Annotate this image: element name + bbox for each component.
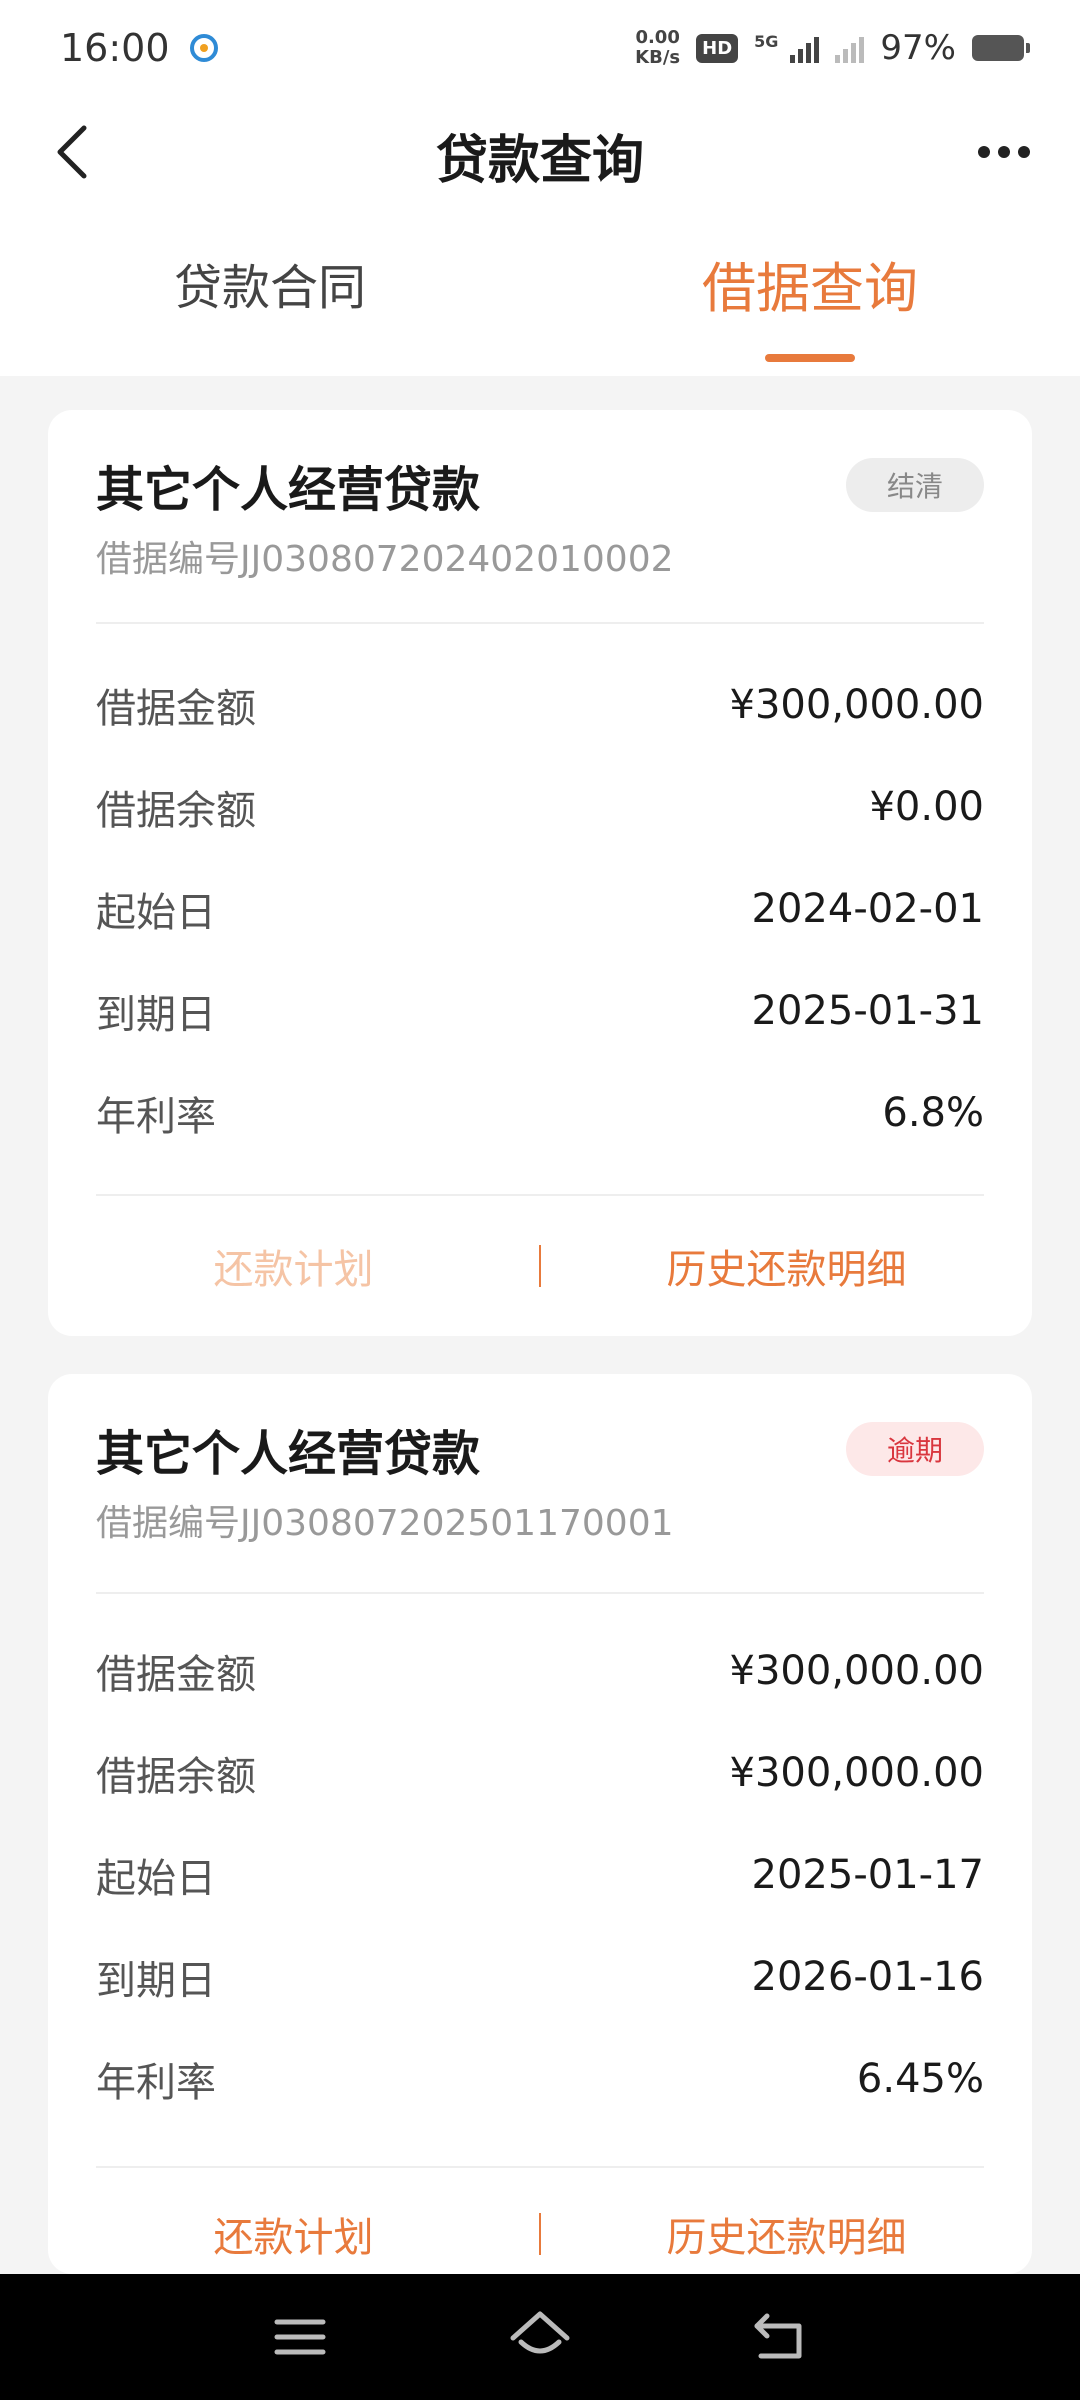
signal-secondary-icon [835, 33, 865, 63]
row-label: 借据余额 [96, 1754, 256, 1800]
tab-bar: 贷款合同 借据查询 [0, 208, 1080, 376]
divider [96, 1592, 984, 1594]
row-value: 2024-02-01 [751, 886, 984, 932]
repayment-plan-button[interactable]: 还款计划 [48, 1237, 539, 1295]
detail-row: 借据余额 ¥0.00 [96, 772, 984, 842]
loan-card: 其它个人经营贷款 逾期 借据编号JJ030807202501170001 借据金… [48, 1374, 1032, 2274]
detail-row: 借据余额 ¥300,000.00 [96, 1738, 984, 1808]
card-actions: 还款计划 历史还款明细 [48, 2194, 1032, 2274]
repayment-history-button[interactable]: 历史还款明细 [541, 2205, 1032, 2263]
divider [96, 1194, 984, 1196]
row-label: 借据余额 [96, 788, 256, 834]
row-label: 借据金额 [96, 1652, 256, 1698]
menu-icon [274, 2319, 326, 2355]
receipt-number: 借据编号JJ030807202501170001 [96, 1503, 674, 1544]
row-label: 起始日 [96, 1856, 216, 1902]
row-value: 2025-01-31 [751, 988, 984, 1034]
status-badge: 逾期 [846, 1422, 984, 1476]
row-label: 年利率 [96, 1094, 216, 1140]
detail-row: 起始日 2025-01-17 [96, 1840, 984, 1910]
row-value: 6.45% [856, 2056, 984, 2102]
status-bar: 16:00 0.00 KB/s HD 5G 97% [0, 0, 1080, 96]
hd-icon: HD [696, 33, 739, 63]
detail-row: 到期日 2026-01-16 [96, 1942, 984, 2012]
row-value: 2026-01-16 [751, 1954, 984, 2000]
return-icon [754, 2313, 802, 2359]
loan-card: 其它个人经营贷款 结清 借据编号JJ030807202402010002 借据金… [48, 410, 1032, 1336]
recent-apps-button[interactable] [265, 2304, 335, 2370]
loan-title: 其它个人经营贷款 [96, 462, 481, 518]
card-actions: 还款计划 历史还款明细 [48, 1226, 1032, 1306]
nav-bar: 贷款查询 [0, 96, 1080, 208]
status-time: 16:00 [60, 26, 170, 70]
row-value: ¥300,000.00 [729, 682, 984, 728]
active-tab-indicator [765, 354, 855, 362]
row-label: 到期日 [96, 992, 216, 1038]
detail-row: 年利率 6.45% [96, 2044, 984, 2114]
row-value: 2025-01-17 [751, 1852, 984, 1898]
system-back-button[interactable] [745, 2304, 815, 2370]
more-dots-icon [978, 146, 990, 158]
row-value: ¥300,000.00 [729, 1750, 984, 1796]
page-title: 贷款查询 [435, 131, 644, 191]
row-label: 借据金额 [96, 686, 256, 732]
row-label: 起始日 [96, 890, 216, 936]
home-button[interactable] [505, 2304, 575, 2370]
detail-row: 借据金额 ¥300,000.00 [96, 670, 984, 740]
more-options-button[interactable] [968, 120, 1040, 184]
detail-row: 借据金额 ¥300,000.00 [96, 1636, 984, 1706]
row-value: ¥0.00 [869, 784, 984, 830]
divider [96, 622, 984, 624]
detail-row: 年利率 6.8% [96, 1078, 984, 1148]
row-label: 到期日 [96, 1958, 216, 2004]
repayment-history-button[interactable]: 历史还款明细 [541, 1237, 1032, 1295]
divider [96, 2166, 984, 2168]
battery-percent: 97% [880, 28, 956, 68]
app-notification-icon [189, 34, 218, 62]
system-nav-bar [0, 2274, 1080, 2400]
detail-row: 到期日 2025-01-31 [96, 976, 984, 1046]
row-value: 6.8% [882, 1090, 984, 1136]
detail-row: 起始日 2024-02-01 [96, 874, 984, 944]
signal-icon [790, 33, 820, 63]
repayment-plan-button[interactable]: 还款计划 [48, 2205, 539, 2263]
battery-icon [972, 35, 1030, 61]
row-label: 年利率 [96, 2060, 216, 2106]
row-value: ¥300,000.00 [729, 1648, 984, 1694]
tab-loan-contract[interactable]: 贷款合同 [70, 248, 470, 318]
tab-receipt-query[interactable]: 借据查询 [610, 244, 1010, 323]
network-type: 5G [754, 32, 779, 51]
network-speed: 0.00 KB/s [635, 27, 681, 68]
loan-title: 其它个人经营贷款 [96, 1426, 481, 1482]
home-icon [510, 2311, 570, 2354]
status-badge: 结清 [846, 458, 984, 512]
receipt-number: 借据编号JJ030807202402010002 [96, 539, 674, 580]
